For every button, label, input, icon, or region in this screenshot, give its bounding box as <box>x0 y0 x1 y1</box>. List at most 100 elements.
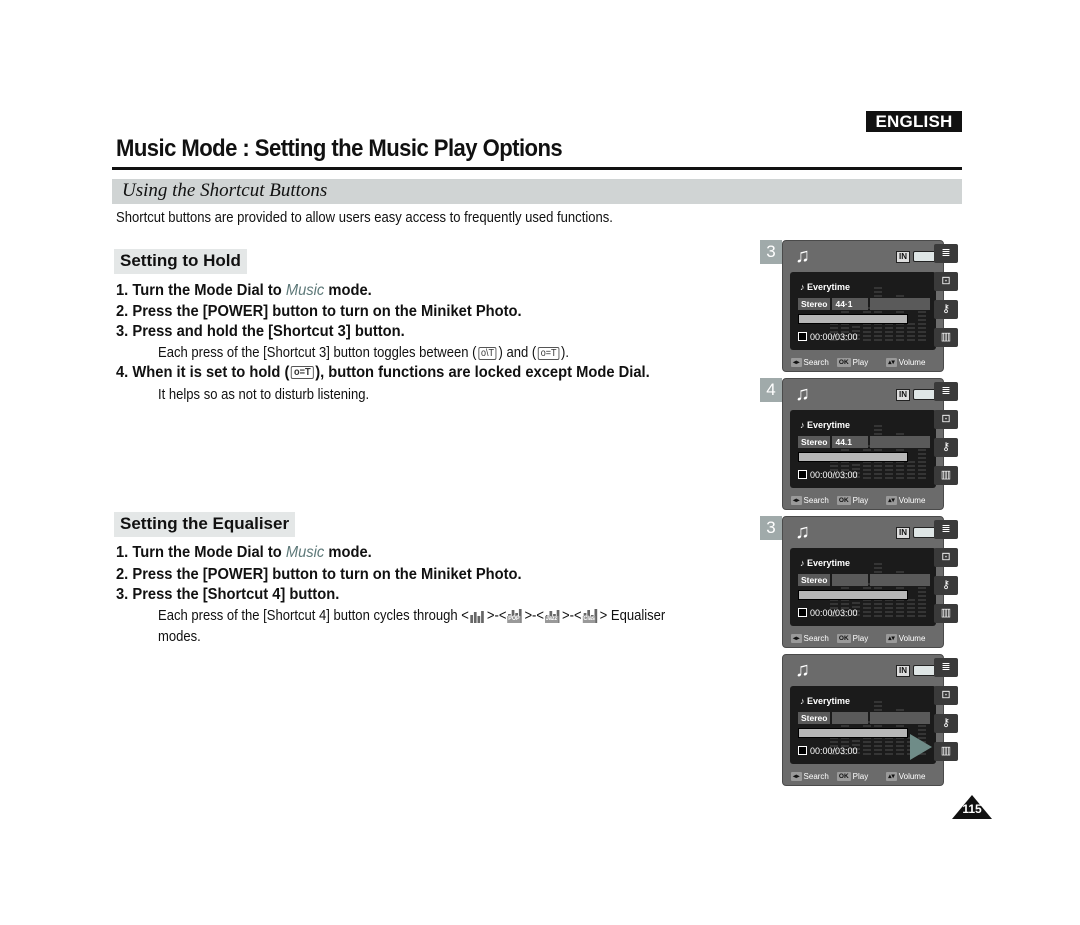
internal-memory-icon: IN <box>896 251 910 263</box>
language-badge: ENGLISH <box>866 111 962 132</box>
step-number: 2. <box>116 303 129 320</box>
repeat-off-icon: ⊡ <box>934 272 958 291</box>
search-label: Search <box>803 634 829 643</box>
note-text: ) and ( <box>498 345 537 361</box>
audio-mode: Stereo <box>798 436 831 448</box>
hold-icon: ⚷ <box>934 714 958 733</box>
step-text: mode. <box>324 544 372 561</box>
eq-pop-icon: POP <box>507 609 523 624</box>
song-title: ♪ Everytime <box>800 420 851 430</box>
page-title: Music Mode : Setting the Music Play Opti… <box>116 135 563 162</box>
hold-step-1: 1. Turn the Mode Dial to Music mode. <box>116 282 372 300</box>
play-label: Play <box>852 634 869 643</box>
screen-step-number: 3 <box>760 240 782 264</box>
control-hints: ◂▸ Search OK Play ▴▾ Volume <box>791 634 941 643</box>
playback-panel: ♪ Everytime Stereo 00:00/03:00 <box>790 548 936 626</box>
pointer-arrow-icon <box>910 734 932 760</box>
sample-rate <box>832 574 869 586</box>
stop-icon <box>798 608 807 617</box>
audio-mode: Stereo <box>798 574 831 586</box>
progress-bar <box>798 452 908 462</box>
equaliser-icon: ▥ <box>934 328 958 347</box>
audio-info: Stereo <box>798 712 930 724</box>
stop-icon <box>798 746 807 755</box>
step-number: 2. <box>116 566 129 583</box>
volume-label: Volume <box>898 496 926 505</box>
time-text: 00:00/03:00 <box>810 470 858 480</box>
eq-step-3: 3. Press the [Shortcut 4] button. <box>116 586 339 604</box>
search-label: Search <box>803 772 829 781</box>
step-number: 3. <box>116 586 129 603</box>
stop-icon <box>798 470 807 479</box>
volume-key-icon: ▴▾ <box>886 496 897 505</box>
hold-off-icon: o\T <box>478 346 497 360</box>
note-text: Each press of the [Shortcut 3] button to… <box>158 345 477 361</box>
step-text: Turn the Mode Dial to <box>132 282 286 299</box>
eq-visual-bar <box>907 460 915 480</box>
step-text: Press the [POWER] button to turn on the … <box>132 566 522 583</box>
time-readout: 00:00/03:00 <box>798 470 858 480</box>
search-key-icon: ◂▸ <box>791 358 802 367</box>
hold-icon: ⚷ <box>934 576 958 595</box>
audio-info: Stereo 44.1 <box>798 436 930 448</box>
stop-icon <box>798 332 807 341</box>
repeat-off-icon: ⊡ <box>934 686 958 705</box>
volume-key-icon: ▴▾ <box>886 634 897 643</box>
music-mode-label: Music <box>285 282 325 299</box>
device-screen: ♫ IN ♪ Everytime Stereo 00:00/03:00 ◂▸ Search O… <box>782 654 944 786</box>
step-text: Press the [POWER] button to turn on the … <box>132 303 522 320</box>
audio-mode: Stereo <box>798 712 831 724</box>
time-text: 00:00/03:00 <box>810 332 858 342</box>
time-text: 00:00/03:00 <box>810 746 858 756</box>
eq-mode-label: POP <box>507 616 521 624</box>
time-text: 00:00/03:00 <box>810 608 858 618</box>
song-name: Everytime <box>807 558 851 568</box>
ok-key-icon: OK <box>836 358 851 367</box>
eq-note-line2: modes. <box>158 629 201 645</box>
eq-visual-bar <box>907 322 915 342</box>
audio-info-empty <box>870 574 930 586</box>
volume-key-icon: ▴▾ <box>886 358 897 367</box>
eq-mode-label: Jazz <box>544 616 559 624</box>
step-text: Press and hold the [Shortcut 3] button. <box>132 323 405 340</box>
progress-bar <box>798 728 908 738</box>
ok-key-icon: OK <box>836 772 851 781</box>
volume-label: Volume <box>898 634 926 643</box>
audio-mode: Stereo <box>798 298 831 310</box>
note-text: Equaliser <box>610 608 666 624</box>
equaliser-icon: ▥ <box>934 466 958 485</box>
section-title: Using the Shortcut Buttons <box>122 180 328 201</box>
step-text: mode. <box>324 282 372 299</box>
song-title: ♪ Everytime <box>800 282 851 292</box>
ok-key-icon: OK <box>836 634 851 643</box>
repeat-off-icon: ⊡ <box>934 410 958 429</box>
eq-visual-bar <box>863 306 871 342</box>
internal-memory-icon: IN <box>896 527 910 539</box>
playback-panel: ♪ Everytime Stereo 44.1 00:00/03:00 <box>790 410 936 488</box>
internal-memory-icon: IN <box>896 665 910 677</box>
page-number: 115 <box>962 802 982 816</box>
playback-panel: ♪ Everytime Stereo 44·1 00:00/03:00 <box>790 272 936 350</box>
step-number: 4. <box>116 364 129 381</box>
search-label: Search <box>803 358 829 367</box>
music-mode-label: Music <box>285 544 325 561</box>
step-number: 3. <box>116 323 129 340</box>
song-name: Everytime <box>807 282 851 292</box>
sample-rate: 44·1 <box>832 298 869 310</box>
device-screen: ♫ IN ♪ Everytime Stereo 44.1 00:00/03:00 ◂▸ Sea… <box>782 378 944 510</box>
eq-classic-icon: Clas <box>582 609 599 624</box>
play-label: Play <box>852 358 869 367</box>
play-label: Play <box>852 772 869 781</box>
eq-visual-bar <box>907 598 915 618</box>
eq-visual-bar <box>863 444 871 480</box>
eq-visual-bar <box>863 582 871 618</box>
step-text: When it is set to hold ( <box>132 364 290 381</box>
title-divider <box>112 167 962 170</box>
ok-key-icon: OK <box>836 496 851 505</box>
note-text: Each press of the [Shortcut 4] button cy… <box>158 608 458 624</box>
audio-info-empty <box>870 298 930 310</box>
hold-note-3: Each press of the [Shortcut 3] button to… <box>158 345 569 361</box>
search-label: Search <box>803 496 829 505</box>
menu-icon: ≣ <box>934 382 958 401</box>
song-title: ♪ Everytime <box>800 558 851 568</box>
